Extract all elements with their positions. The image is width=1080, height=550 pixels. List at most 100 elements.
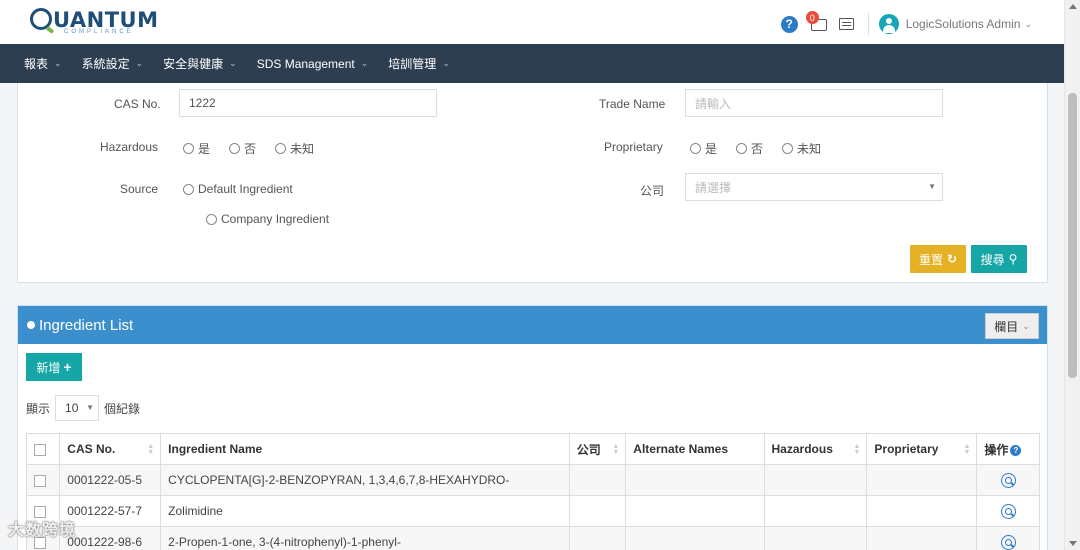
chevron-down-icon[interactable]: ⌄	[1024, 19, 1032, 30]
view-magnifier-icon[interactable]	[1000, 503, 1016, 519]
proprietary-cell	[866, 526, 978, 550]
col-header-company[interactable]: 公司 ▲ ▼	[568, 433, 627, 465]
radio-label: Company Ingredient	[221, 212, 330, 226]
row-checkbox[interactable]	[34, 474, 46, 487]
select-all-checkbox[interactable]	[34, 443, 46, 456]
nav-item-reports[interactable]: 報表 ⌄	[14, 55, 72, 72]
watermark: 大数跨境	[8, 522, 77, 539]
logo-q-mark	[30, 8, 52, 30]
proprietary-cell	[866, 495, 978, 527]
help-icon[interactable]: ?	[780, 15, 798, 33]
hazardous-no-radio[interactable]: 否	[229, 140, 256, 157]
cas-label: CAS No.	[114, 97, 161, 111]
main-nav: 報表 ⌄ 系統設定 ⌄ 安全與健康 ⌄ SDS Management ⌄ 培訓管理 ⌄	[0, 44, 1064, 83]
sort-icon: ▲ ▼	[853, 443, 861, 456]
top-header: UANTUM COMPLIANCE ? 0 LogicSolutions Adm…	[0, 0, 1064, 44]
user-menu[interactable]: LogicSolutions Admin	[906, 17, 1021, 31]
help-icon[interactable]: ?	[1010, 444, 1022, 456]
row-select-cell	[25, 464, 61, 496]
nav-item-sds-management[interactable]: SDS Management ⌄	[247, 57, 379, 71]
radio-label: 否	[244, 142, 257, 156]
nav-item-safety-health[interactable]: 安全與健康 ⌄	[153, 55, 247, 72]
nav-item-system-settings[interactable]: 系統設定 ⌄	[72, 55, 154, 72]
radio-circle	[690, 143, 701, 154]
table-row: 0001222-57-7 Zolimidine	[25, 495, 1040, 527]
proprietary-no-radio[interactable]: 否	[736, 140, 763, 157]
notifications-button[interactable]: 0	[805, 11, 829, 34]
messages-icon[interactable]	[838, 18, 854, 30]
company-select[interactable]: 請選擇 ▼	[685, 173, 943, 201]
plus-icon: +	[63, 359, 72, 375]
radio-circle	[275, 143, 287, 154]
page-size-select[interactable]: 10 ▼	[55, 395, 100, 421]
radio-circle	[206, 213, 217, 225]
trade-name-label: Trade Name	[599, 97, 666, 111]
nav-item-label: 培訓管理	[388, 57, 437, 71]
col-header-label: Ingredient Name	[168, 442, 263, 456]
radio-circle	[229, 143, 241, 154]
view-magnifier-icon[interactable]	[1000, 472, 1016, 488]
hazardous-cell	[763, 495, 868, 527]
company-select-value: 請選擇	[695, 180, 732, 195]
dropdown-caret-icon: ▼	[928, 182, 936, 191]
radio-circle	[183, 183, 194, 195]
scroll-up-arrow-icon[interactable]	[1069, 4, 1077, 9]
quantum-logo[interactable]: UANTUM COMPLIANCE	[30, 8, 159, 38]
nav-item-label: 報表	[24, 57, 49, 71]
proprietary-yes-radio[interactable]: 是	[690, 140, 717, 157]
proprietary-unknown-radio[interactable]: 未知	[782, 140, 821, 157]
table-header-row: CAS No. ▲ ▼ Ingredient Name 公司 ▲ ▼ Alternate…	[25, 433, 1040, 465]
source-default-radio[interactable]: Default Ingredient	[183, 182, 293, 196]
company-cell	[568, 526, 627, 550]
chevron-down-icon: ⌄	[442, 58, 450, 68]
radio-circle	[183, 143, 194, 154]
add-button[interactable]: 新增 +	[26, 353, 82, 381]
show-label: 顯示	[26, 401, 51, 416]
reset-button-label: 重置	[918, 252, 943, 267]
col-header-proprietary[interactable]: Proprietary ▲ ▼	[866, 433, 978, 465]
nav-item-label: SDS Management	[256, 56, 355, 71]
col-header-alternate-names[interactable]: Alternate Names	[625, 433, 765, 465]
col-header-ingredient-name[interactable]: Ingredient Name	[160, 433, 570, 465]
select-all-cell	[25, 433, 61, 465]
search-button[interactable]: 搜尋 ⚲	[971, 245, 1027, 273]
source-company-radio[interactable]: Company Ingredient	[206, 212, 329, 226]
scroll-down-arrow-icon[interactable]	[1069, 541, 1077, 546]
hazardous-cell	[763, 526, 868, 550]
cas-input[interactable]: 1222	[179, 89, 437, 117]
bullet-icon	[27, 321, 35, 329]
hazardous-yes-radio[interactable]: 是	[183, 140, 210, 157]
ingredient-name-cell: Zolimidine	[160, 495, 570, 527]
ingredient-list-panel: Ingredient List 欄目 ⌄ 新增 + 顯示 10 ▼ 個紀錄 CAS …	[17, 305, 1048, 550]
nav-item-training[interactable]: 培訓管理 ⌄	[378, 55, 460, 72]
col-header-cas[interactable]: CAS No. ▲ ▼	[59, 433, 162, 465]
search-panel: CAS No. 1222 Trade Name 請輸入 Hazardous 是 …	[17, 83, 1048, 283]
reset-button[interactable]: 重置 ↻	[910, 245, 966, 273]
columns-button[interactable]: 欄目 ⌄	[985, 313, 1039, 339]
col-header-label: Proprietary	[874, 442, 939, 456]
ingredient-name-cell: 2-Propen-1-one, 3-(4-nitrophenyl)-1-phen…	[160, 526, 570, 550]
page-scrollbar[interactable]	[1064, 0, 1080, 550]
scroll-thumb[interactable]	[1068, 93, 1077, 378]
proprietary-radio-group: 是 否 未知	[690, 140, 840, 157]
hazardous-label: Hazardous	[100, 140, 159, 154]
radio-label: 否	[751, 142, 764, 156]
hazardous-cell	[763, 464, 868, 496]
ingredient-table: CAS No. ▲ ▼ Ingredient Name 公司 ▲ ▼ Alternate…	[25, 433, 1040, 550]
chevron-down-icon: ⌄	[229, 58, 237, 68]
col-header-hazardous[interactable]: Hazardous ▲ ▼	[763, 433, 868, 465]
header-divider	[867, 13, 869, 35]
radio-circle	[736, 143, 748, 154]
actions-cell	[976, 464, 1040, 496]
search-icon: ⚲	[1008, 252, 1018, 266]
trade-name-input[interactable]: 請輸入	[685, 89, 943, 117]
radio-label: 是	[198, 142, 211, 156]
hazardous-unknown-radio[interactable]: 未知	[275, 140, 314, 157]
company-cell	[568, 464, 627, 496]
list-header: Ingredient List 欄目 ⌄	[18, 306, 1047, 344]
nav-item-label: 安全與健康	[163, 57, 224, 71]
company-cell	[568, 495, 627, 527]
user-avatar-icon[interactable]	[878, 14, 899, 34]
page-size-control: 顯示 10 ▼ 個紀錄	[26, 395, 140, 421]
view-magnifier-icon[interactable]	[1000, 534, 1016, 550]
